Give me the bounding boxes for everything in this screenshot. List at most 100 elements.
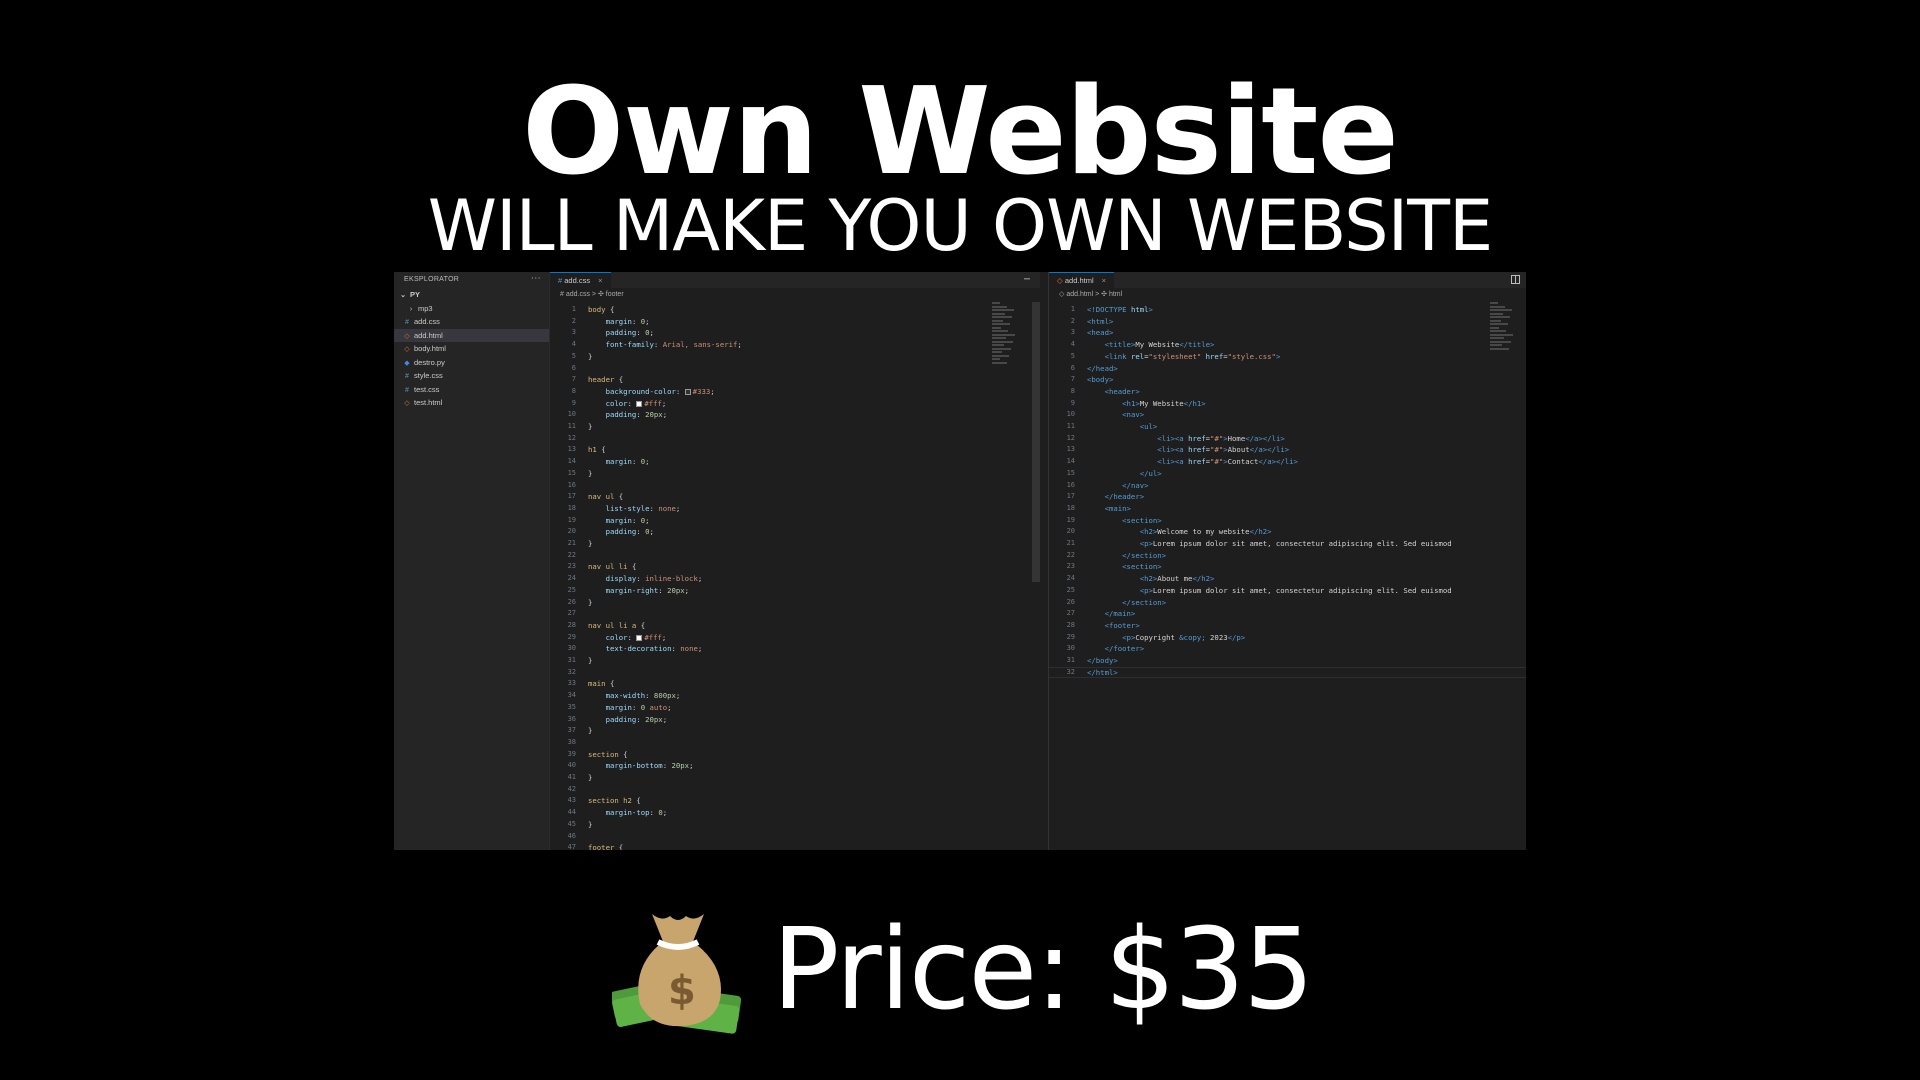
- breadcrumb[interactable]: # add.css > ✣ footer: [550, 288, 1040, 301]
- code-token: }: [588, 656, 593, 665]
- line-number: 10: [567, 410, 576, 419]
- line-number: 8: [1070, 386, 1075, 395]
- minimap-line: [992, 354, 1009, 357]
- breadcrumb[interactable]: ◇ add.html > ✣ html: [1049, 288, 1526, 301]
- code-token: </html>: [1087, 667, 1118, 677]
- file-item[interactable]: ◇ test.html: [394, 396, 549, 410]
- code-token: ;: [684, 585, 690, 595]
- file-label: style.css: [414, 371, 443, 380]
- line-number: 19: [567, 515, 576, 524]
- line-number: 20: [1066, 527, 1075, 536]
- code-token: :: [631, 515, 641, 525]
- code-token: h1: [588, 445, 602, 455]
- code-token: ;: [675, 503, 681, 513]
- folder-py[interactable]: ⌄ PY: [394, 288, 549, 302]
- code-token: ;: [662, 410, 668, 420]
- minimap-line: [992, 351, 1002, 353]
- minimap[interactable]: [992, 302, 1018, 382]
- code-token: <main>: [1104, 503, 1131, 513]
- code-token: ;: [645, 515, 650, 525]
- code-token: </body>: [1087, 656, 1118, 665]
- code-token: <h2>: [1139, 527, 1158, 537]
- code-line: list-style: none;: [588, 503, 681, 513]
- html-file-icon: ◇: [404, 346, 410, 353]
- scrollbar[interactable]: [1032, 302, 1040, 582]
- file-item[interactable]: › mp3: [394, 302, 549, 316]
- split-editor-icon[interactable]: [1511, 275, 1520, 284]
- code-line: margin: 0;: [588, 317, 650, 326]
- code-token: 20px: [645, 714, 663, 724]
- tab-add-css[interactable]: # add.css ×: [550, 272, 611, 288]
- line-number: 16: [1066, 480, 1075, 489]
- tab-bar-right: ◇ add.html ×: [1049, 272, 1526, 288]
- line-number: 22: [567, 550, 576, 559]
- line-number: 35: [567, 702, 576, 711]
- code-token: <title>: [1104, 340, 1136, 350]
- line-number: 15: [1066, 468, 1075, 477]
- minimap-line: [992, 319, 1003, 322]
- code-line: nav ul {: [588, 492, 623, 501]
- code-token: :: [649, 503, 659, 513]
- line-number: 13: [1066, 445, 1075, 454]
- more-actions-icon[interactable]: ⋯: [531, 273, 541, 284]
- code-token: padding: [588, 527, 637, 537]
- line-number: 33: [567, 679, 576, 688]
- file-label: add.css: [414, 317, 440, 326]
- code-token: <footer>: [1104, 620, 1140, 630]
- line-number: 25: [567, 585, 576, 594]
- code-line: <h2>About me</h2>: [1087, 574, 1215, 583]
- line-number: 28: [1066, 620, 1075, 629]
- close-icon[interactable]: ×: [598, 276, 602, 285]
- svg-text:$: $: [668, 968, 696, 1014]
- html-file-icon: ◇: [404, 332, 410, 340]
- code-line: font-family: Arial, sans-serif;: [588, 340, 742, 349]
- file-item[interactable]: ◆ destro.py: [394, 356, 549, 370]
- more-actions-icon[interactable]: ⋯: [1024, 274, 1030, 285]
- tab-bar-left: # add.css × ⋯: [550, 272, 1040, 288]
- file-item[interactable]: ◇ body.html: [394, 342, 549, 356]
- tab-label: add.css: [564, 276, 591, 285]
- code-token: &copy;: [1179, 632, 1206, 642]
- code-token: display: [588, 574, 637, 584]
- minimap-line: [992, 340, 1013, 343]
- minimap[interactable]: [1490, 302, 1516, 382]
- line-number: 10: [1066, 410, 1075, 419]
- code-line: <li><a href="#">Home</a></li>: [1087, 434, 1284, 443]
- file-item[interactable]: # test.css: [394, 383, 549, 397]
- code-token: <!DOCTYPE: [1087, 305, 1131, 314]
- file-item[interactable]: ◇ add.html: [394, 328, 549, 342]
- code-token: {: [636, 796, 641, 806]
- code-line: margin-bottom: 20px;: [588, 761, 694, 770]
- code-line: padding: 0;: [588, 527, 654, 536]
- file-item[interactable]: # style.css: [394, 369, 549, 383]
- minimap-line: [1490, 302, 1498, 304]
- line-number: 11: [567, 422, 576, 430]
- line-number: 38: [567, 737, 576, 746]
- minimap-line: [992, 305, 1007, 308]
- minimap-line: [992, 316, 1012, 318]
- line-number: 32: [567, 667, 576, 676]
- css-file-icon: #: [405, 386, 409, 394]
- code-token: :: [636, 574, 646, 584]
- line-number: 12: [1066, 433, 1075, 442]
- code-line: nav ul li a {: [588, 621, 645, 630]
- tab-add-html[interactable]: ◇ add.html ×: [1049, 272, 1115, 288]
- code-token: 20px: [667, 585, 685, 595]
- file-item[interactable]: # add.css: [394, 315, 549, 329]
- minimap-line: [1490, 326, 1499, 329]
- line-number: 37: [567, 726, 576, 735]
- code-token: footer: [588, 843, 619, 850]
- close-icon[interactable]: ×: [1102, 276, 1106, 285]
- code-token: nav ul li a: [588, 620, 641, 630]
- minimap-line: [1490, 337, 1504, 339]
- code-token: inline-block: [645, 574, 698, 584]
- code-token: }: [588, 422, 593, 431]
